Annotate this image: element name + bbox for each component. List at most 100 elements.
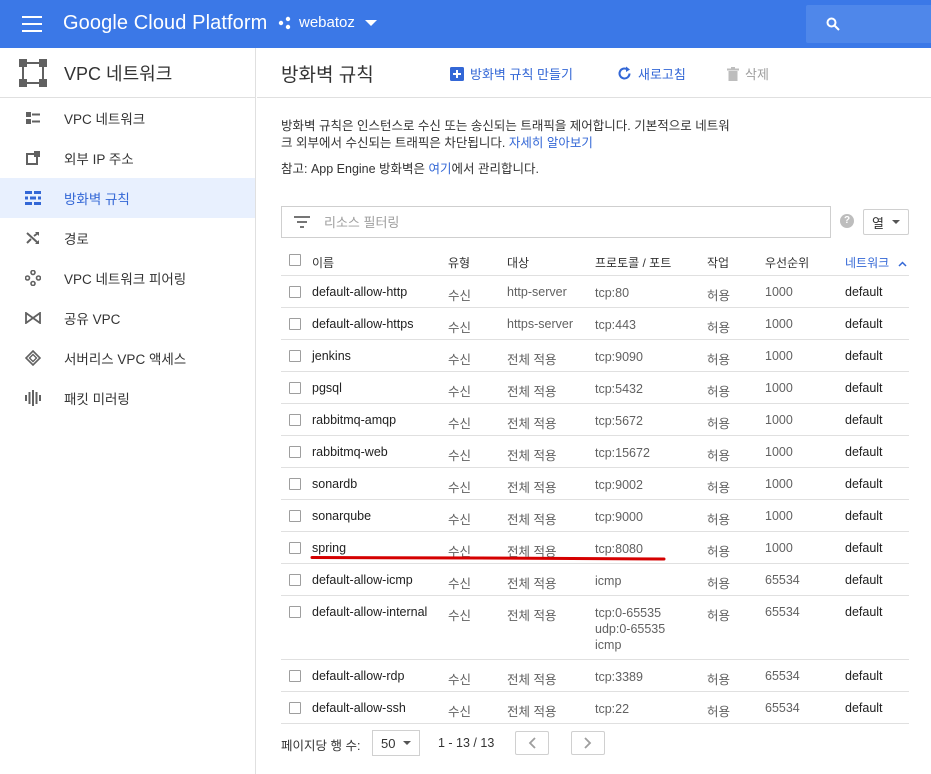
rule-name[interactable]: default-allow-rdp (312, 669, 404, 683)
project-selector[interactable]: webatoz (278, 14, 377, 31)
table-row[interactable]: sonarqube 수신 전체 적용 허용 1000 default tcp:9000 (281, 500, 909, 532)
search-button[interactable] (806, 5, 931, 43)
rule-name[interactable]: default-allow-ssh (312, 701, 406, 715)
rule-name[interactable]: rabbitmq-web (312, 445, 388, 459)
note-prefix: 참고: App Engine 방화벽은 (281, 162, 429, 176)
rule-protocols: tcp:3389 (595, 669, 643, 685)
sidebar-item-vpc-networks[interactable]: VPC 네트워크 (0, 98, 255, 138)
external-ip-icon (24, 149, 42, 167)
delete-button[interactable]: 삭제 (727, 64, 769, 83)
header-target[interactable]: 대상 (507, 254, 529, 271)
row-checkbox[interactable] (289, 350, 301, 362)
row-checkbox[interactable] (289, 670, 301, 682)
sidebar-item-firewall[interactable]: 방화벽 규칙 (0, 178, 255, 218)
table-row[interactable]: default-allow-rdp 수신 전체 적용 허용 65534 default tc… (281, 660, 909, 692)
rule-network[interactable]: default (845, 573, 883, 587)
rule-network[interactable]: default (845, 317, 883, 331)
refresh-button[interactable]: 새로고침 (617, 64, 686, 83)
row-checkbox[interactable] (289, 606, 301, 618)
row-checkbox[interactable] (289, 478, 301, 490)
rule-network[interactable]: default (845, 701, 883, 715)
refresh-icon (618, 66, 631, 80)
rule-network[interactable]: default (845, 349, 883, 363)
protocol-port: tcp:9002 (595, 478, 643, 492)
row-checkbox[interactable] (289, 286, 301, 298)
table-row[interactable]: default-allow-http 수신 http-server 허용 1000 def… (281, 276, 909, 308)
table-row[interactable]: pgsql 수신 전체 적용 허용 1000 default tcp:5432 (281, 372, 909, 404)
rule-target: 전체 적용 (507, 385, 557, 399)
row-checkbox[interactable] (289, 510, 301, 522)
protocol-port: tcp:443 (595, 318, 637, 332)
rule-name[interactable]: rabbitmq-amqp (312, 413, 396, 427)
next-page-button[interactable] (571, 731, 605, 755)
rule-name[interactable]: jenkins (312, 349, 351, 363)
filter-icon (294, 216, 310, 228)
table-row[interactable]: default-allow-internal 수신 전체 적용 허용 65534 defa… (281, 596, 909, 660)
row-checkbox[interactable] (289, 446, 301, 458)
help-icon[interactable]: ? (840, 214, 854, 228)
rule-name[interactable]: sonardb (312, 477, 357, 491)
rule-network[interactable]: default (845, 477, 883, 491)
chevron-right-icon (584, 737, 592, 749)
rule-network[interactable]: default (845, 413, 883, 427)
table-row[interactable]: rabbitmq-web 수신 전체 적용 허용 1000 default tcp:1567… (281, 436, 909, 468)
rule-network[interactable]: default (845, 285, 883, 299)
row-checkbox[interactable] (289, 542, 301, 554)
header-name[interactable]: 이름 (312, 254, 334, 271)
header-action[interactable]: 작업 (707, 254, 729, 271)
sidebar-item-serverless[interactable]: 서버리스 VPC 액세스 (0, 338, 255, 378)
table-row[interactable]: default-allow-https 수신 https-server 허용 1000 d… (281, 308, 909, 340)
rule-name[interactable]: default-allow-internal (312, 605, 427, 619)
header-network[interactable]: 네트워크 (845, 254, 907, 271)
rule-protocols: tcp:443 (595, 317, 636, 333)
rule-network[interactable]: default (845, 541, 883, 555)
rule-name[interactable]: sonarqube (312, 509, 371, 523)
filter-input[interactable] (324, 214, 804, 230)
rule-network[interactable]: default (845, 669, 883, 683)
resource-filter[interactable] (281, 206, 831, 238)
brand-title[interactable]: Google Cloud Platform (63, 12, 267, 35)
sidebar-item-external-ip[interactable]: 외부 IP 주소 (0, 138, 255, 178)
rule-network[interactable]: default (845, 445, 883, 459)
sidebar-item-packet-mirroring[interactable]: 패킷 미러링 (0, 378, 255, 418)
rule-network[interactable]: default (845, 381, 883, 395)
header-priority[interactable]: 우선순위 (765, 254, 809, 271)
rule-name[interactable]: pgsql (312, 381, 342, 395)
table-row[interactable]: rabbitmq-amqp 수신 전체 적용 허용 1000 default tcp:567… (281, 404, 909, 436)
refresh-label: 새로고침 (638, 67, 686, 82)
columns-button[interactable]: 열 (863, 209, 909, 235)
previous-page-button[interactable] (515, 731, 549, 755)
rule-priority: 1000 (765, 445, 793, 459)
table-header: 이름 유형 대상 프로토콜 / 포트 작업 우선순위 네트워크 (281, 244, 909, 276)
sort-ascending-icon (897, 261, 907, 267)
rule-name[interactable]: default-allow-http (312, 285, 407, 299)
rule-name[interactable]: default-allow-icmp (312, 573, 413, 587)
rule-network[interactable]: default (845, 605, 883, 619)
row-checkbox[interactable] (289, 574, 301, 586)
sidebar-item-label: 서버리스 VPC 액세스 (64, 352, 187, 367)
rule-network[interactable]: default (845, 509, 883, 523)
learn-more-link[interactable]: 자세히 알아보기 (509, 136, 593, 150)
table-row[interactable]: jenkins 수신 전체 적용 허용 1000 default tcp:9090 (281, 340, 909, 372)
table-row[interactable]: default-allow-icmp 수신 전체 적용 허용 65534 default i… (281, 564, 909, 596)
table-row[interactable]: sonardb 수신 전체 적용 허용 1000 default tcp:9002 (281, 468, 909, 500)
row-checkbox[interactable] (289, 702, 301, 714)
table-row[interactable]: default-allow-ssh 수신 전체 적용 허용 65534 default tc… (281, 692, 909, 724)
sidebar-item-shared-vpc[interactable]: 공유 VPC (0, 298, 255, 338)
row-checkbox[interactable] (289, 414, 301, 426)
row-checkbox[interactable] (289, 318, 301, 330)
rule-action: 허용 (707, 577, 731, 591)
header-type[interactable]: 유형 (448, 254, 470, 271)
rule-name[interactable]: default-allow-https (312, 317, 413, 331)
rule-name[interactable]: spring (312, 541, 346, 555)
header-protocol[interactable]: 프로토콜 / 포트 (595, 254, 671, 271)
rows-per-page-select[interactable]: 50 (372, 730, 420, 756)
app-engine-firewall-link[interactable]: 여기 (429, 162, 452, 176)
sidebar-item-peering[interactable]: VPC 네트워크 피어링 (0, 258, 255, 298)
menu-icon[interactable] (22, 16, 42, 32)
select-all-checkbox[interactable] (289, 254, 301, 266)
rule-type: 수신 (448, 417, 472, 431)
sidebar-item-routes[interactable]: 경로 (0, 218, 255, 258)
create-firewall-rule-button[interactable]: 방화벽 규칙 만들기 (450, 64, 573, 83)
row-checkbox[interactable] (289, 382, 301, 394)
